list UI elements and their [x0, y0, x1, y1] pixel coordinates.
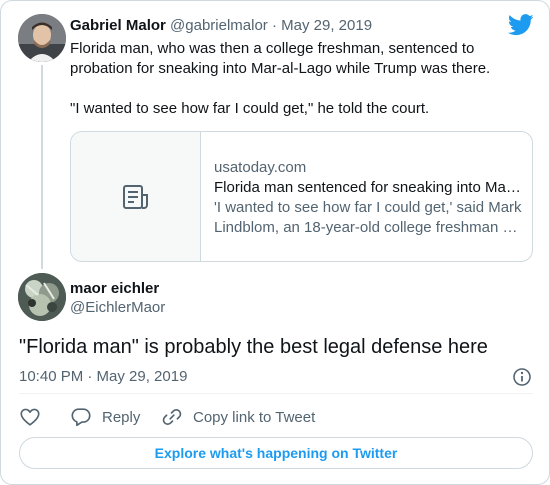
reply-icon [71, 408, 91, 427]
info-icon[interactable] [512, 367, 532, 387]
parent-date[interactable]: May 29, 2019 [281, 17, 372, 34]
parent-avatar[interactable] [18, 14, 66, 62]
author-handle[interactable]: @EichlerMaor [70, 299, 165, 317]
link-preview-card[interactable]: usatoday.com Florida man sentenced for s… [70, 131, 533, 262]
card-domain: usatoday.com [214, 159, 307, 176]
user-avatar-photo [18, 14, 66, 62]
parent-text-line: "I wanted to see how far I could get," h… [70, 100, 430, 117]
parent-text-line: probation for sneaking into Mar-al-Lago … [70, 60, 491, 77]
user-avatar-photo [18, 273, 66, 321]
author-display-name[interactable]: maor eichler [70, 280, 159, 298]
tweet-timestamp[interactable]: 10:40 PM · May 29, 2019 [19, 367, 187, 387]
tweet-text: "Florida man" is probably the best legal… [19, 336, 488, 358]
copy-link-button[interactable]: Copy link to Tweet [161, 405, 315, 429]
reply-label: Reply [102, 408, 141, 426]
parent-tweet-text: Florida man, who was then a college fres… [70, 39, 510, 119]
article-icon [123, 185, 148, 209]
explore-twitter-button[interactable]: Explore what's happening on Twitter [19, 437, 533, 469]
twitter-bird-icon[interactable] [508, 14, 534, 36]
parent-handle[interactable]: @gabrielmalor [170, 17, 268, 34]
card-body: usatoday.com Florida man sentenced for s… [214, 158, 522, 238]
author-avatar[interactable] [18, 273, 66, 321]
card-thumbnail [71, 132, 201, 261]
parent-tweet-header: Gabriel Malor @gabrielmalor · May 29, 20… [70, 17, 372, 35]
like-button[interactable] [19, 405, 41, 429]
link-icon [162, 408, 182, 426]
card-title: Florida man sentenced for sneaking into … [214, 179, 521, 196]
parent-text-line: Florida man, who was then a college fres… [70, 40, 475, 57]
divider [19, 393, 533, 394]
reply-button[interactable]: Reply [70, 405, 140, 429]
thread-connector-line [41, 65, 43, 269]
heart-icon [20, 408, 40, 426]
parent-display-name[interactable]: Gabriel Malor [70, 17, 166, 34]
embedded-tweet: Gabriel Malor @gabrielmalor · May 29, 20… [0, 0, 550, 485]
card-description: 'I wanted to see how far I could get,' s… [214, 199, 522, 216]
copy-link-label: Copy link to Tweet [193, 408, 316, 426]
card-description: Lindblom, an 18-year-old college freshma… [214, 219, 518, 236]
header-separator: · [271, 17, 277, 34]
